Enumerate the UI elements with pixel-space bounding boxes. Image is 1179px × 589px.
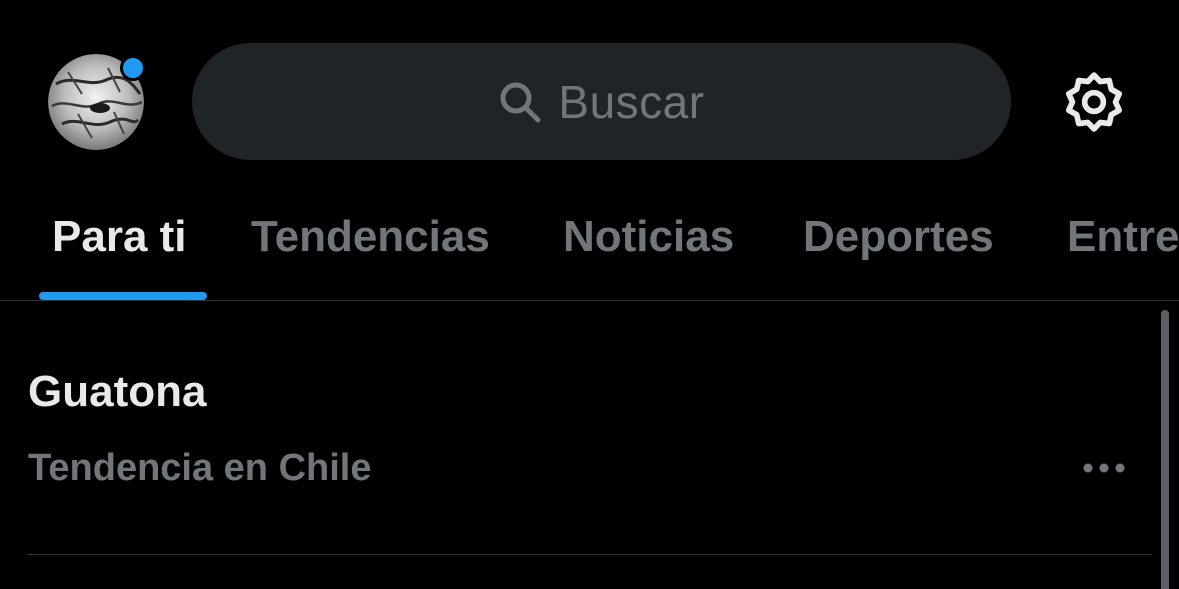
tab-noticias[interactable]: Noticias: [563, 212, 734, 262]
trend-title: Guatona: [28, 367, 207, 416]
notification-dot: [120, 55, 146, 81]
active-tab-indicator: [39, 292, 207, 300]
search-icon: [498, 80, 542, 124]
tab-tendencias[interactable]: Tendencias: [251, 212, 490, 262]
tab-para-ti[interactable]: Para ti: [52, 212, 187, 262]
more-options-icon[interactable]: [1080, 455, 1128, 481]
search-placeholder: Buscar: [558, 75, 705, 128]
search-bar[interactable]: Buscar: [192, 43, 1011, 160]
tab-deportes[interactable]: Deportes: [803, 212, 994, 262]
trend-divider: [27, 554, 1152, 555]
scrollbar[interactable]: [1161, 310, 1169, 589]
explore-screen: Buscar Para ti Tendencias Noticias Depor…: [0, 0, 1179, 589]
explore-tabs: Para ti Tendencias Noticias Deportes Ent…: [0, 178, 1179, 300]
tab-entretenimiento[interactable]: Entretenimiento: [1067, 212, 1179, 262]
settings-gear-icon[interactable]: [1060, 70, 1128, 138]
trend-context: Tendencia en Chile: [28, 447, 372, 489]
trend-item[interactable]: Guatona Tendencia en Chile: [0, 301, 1160, 555]
